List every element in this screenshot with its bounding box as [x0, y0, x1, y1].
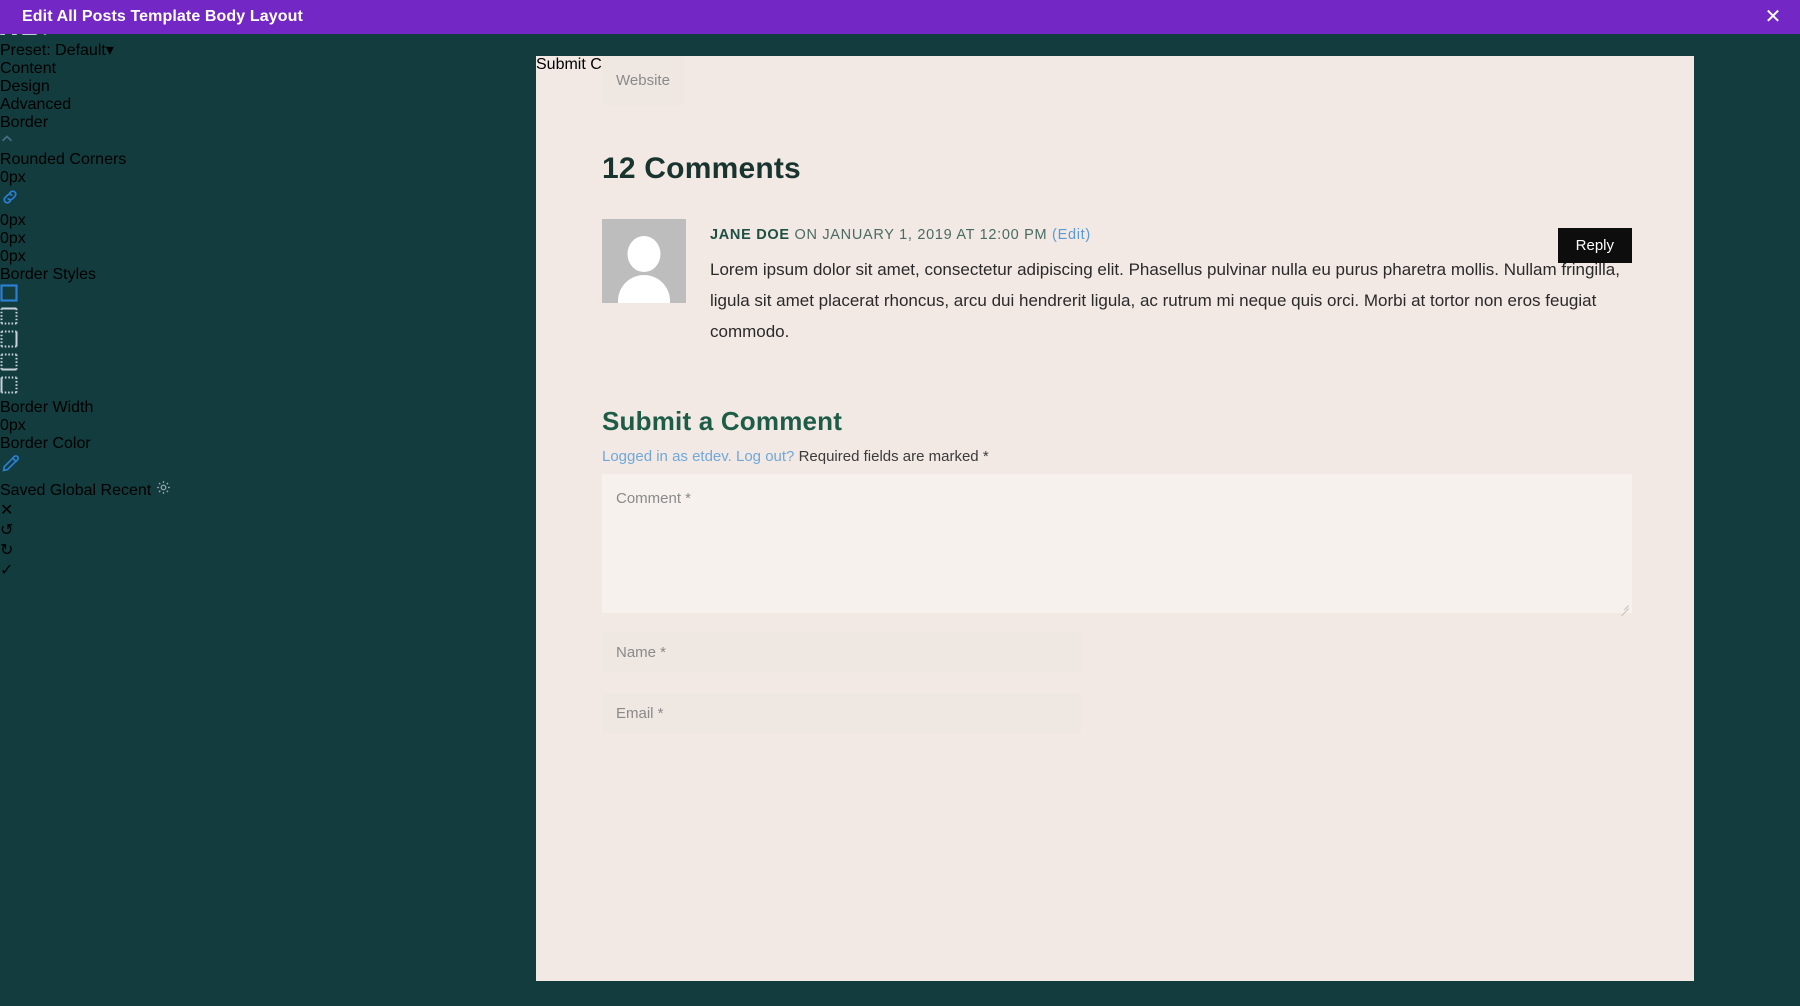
page-title: Edit All Posts Template Body Layout: [22, 8, 303, 25]
app-root: Edit All Posts Template Body Layout ✕ 12…: [0, 0, 1800, 1006]
reply-button[interactable]: Reply: [1557, 228, 1632, 263]
top-bar: Edit All Posts Template Body Layout ✕: [0, 0, 1800, 34]
color-tab-recent[interactable]: Recent: [101, 482, 152, 499]
submit-comment-heading: Submit a Comment: [602, 406, 843, 436]
avatar-body: [618, 275, 670, 303]
comments-count-title: 12 Comments: [602, 152, 801, 185]
preview-canvas: 12 Comments JANE DOE ON JANUARY 1, 2019 …: [428, 34, 1800, 1006]
close-icon[interactable]: ✕: [1760, 4, 1786, 30]
color-tab-saved[interactable]: Saved: [0, 482, 45, 499]
required-fields-note: Required fields are marked *: [798, 448, 989, 465]
preset-label: Preset: Default: [0, 42, 106, 59]
name-placeholder: Name *: [616, 643, 667, 661]
gear-icon[interactable]: [156, 481, 171, 499]
resize-grip-icon[interactable]: [1619, 600, 1629, 610]
comment-edit-link[interactable]: (Edit): [1052, 227, 1091, 243]
chevron-down-icon: ▾: [105, 42, 114, 59]
logged-in-notice: Logged in as etdev. Log out? Required fi…: [602, 448, 989, 465]
link-icon[interactable]: [0, 190, 20, 211]
name-input[interactable]: Name *: [602, 632, 1081, 672]
avatar-head: [627, 236, 661, 272]
email-placeholder: Email *: [616, 704, 664, 722]
website-placeholder: Website: [616, 72, 670, 89]
logged-in-user-link[interactable]: Logged in as etdev.: [602, 448, 732, 465]
comment-placeholder: Comment *: [616, 490, 692, 507]
comment-body-text: Lorem ipsum dolor sit amet, consectetur …: [710, 260, 1620, 341]
avatar: [602, 219, 686, 303]
website-input[interactable]: Website: [602, 56, 684, 105]
post-card: 12 Comments JANE DOE ON JANUARY 1, 2019 …: [536, 56, 1694, 981]
comment-meta: JANE DOE ON JANUARY 1, 2019 AT 12:00 PM …: [710, 227, 1091, 243]
email-input[interactable]: Email *: [602, 693, 1081, 733]
chevron-up-icon[interactable]: [0, 133, 14, 150]
comment-date: ON JANUARY 1, 2019 AT 12:00 PM: [789, 227, 1053, 243]
logout-link[interactable]: Log out?: [736, 448, 794, 465]
color-tab-global[interactable]: Global: [50, 482, 96, 499]
comment-textarea[interactable]: Comment *: [602, 474, 1632, 613]
comment-author: JANE DOE: [710, 227, 790, 243]
submit-comment-button[interactable]: Submit Comment: [536, 56, 1694, 74]
